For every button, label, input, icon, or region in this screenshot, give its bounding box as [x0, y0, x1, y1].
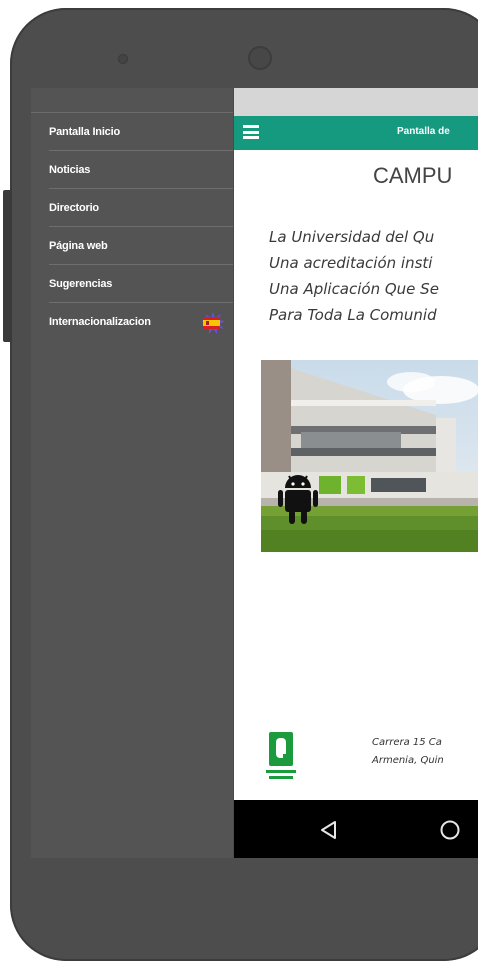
- drawer-header: [31, 88, 233, 113]
- intro-line: La Universidad del Qu: [269, 228, 435, 246]
- app-content: Pantalla de CAMPU La Universidad del Qu …: [233, 88, 478, 858]
- drawer-item-pagina-web[interactable]: Página web: [49, 227, 233, 265]
- campus-photo: [261, 360, 478, 552]
- intro-line: Para Toda La Comunid: [269, 306, 437, 324]
- navigation-bar: [233, 800, 478, 858]
- drawer-item-directorio[interactable]: Directorio: [49, 189, 233, 227]
- intro-line: Una Aplicación Que Se: [269, 280, 439, 298]
- drawer-item-label: Directorio: [49, 201, 99, 214]
- navigation-drawer: Pantalla Inicio Noticias Directorio Pági…: [31, 88, 233, 858]
- drawer-item-label: Pantalla Inicio: [49, 125, 120, 138]
- hamburger-menu-icon[interactable]: [243, 125, 259, 139]
- address-line: Armenia, Quin: [372, 755, 444, 766]
- android-robot-icon: [278, 475, 318, 524]
- address-line: Carrera 15 Ca: [372, 737, 442, 748]
- university-logo-icon: [266, 732, 296, 779]
- drawer-item-label: Página web: [49, 239, 108, 252]
- footer-address: Carrera 15 Ca Armenia, Quin: [372, 734, 444, 770]
- drawer-item-pantalla-inicio[interactable]: Pantalla Inicio: [49, 113, 233, 151]
- home-circle-icon[interactable]: [439, 819, 461, 841]
- status-bar: [233, 88, 478, 116]
- toolbar-title: Pantalla de: [397, 126, 450, 137]
- app-toolbar: Pantalla de: [233, 116, 478, 150]
- back-triangle-icon[interactable]: [319, 820, 339, 840]
- drawer-item-internacionalizacion[interactable]: Internacionalizacion: [49, 303, 233, 340]
- phone-screen: Pantalla de CAMPU La Universidad del Qu …: [31, 88, 478, 858]
- spain-flag-icon: [201, 312, 225, 334]
- proximity-sensor: [118, 54, 128, 64]
- front-camera: [248, 46, 272, 70]
- drawer-item-label: Sugerencias: [49, 277, 113, 290]
- intro-line: Una acreditación insti: [269, 254, 433, 272]
- intro-text: La Universidad del Qu Una acreditación i…: [269, 224, 439, 328]
- drawer-item-label: Internacionalizacion: [49, 315, 151, 328]
- side-button: [3, 190, 12, 342]
- drawer-item-label: Noticias: [49, 163, 91, 176]
- drawer-item-noticias[interactable]: Noticias: [49, 151, 233, 189]
- drawer-item-sugerencias[interactable]: Sugerencias: [49, 265, 233, 303]
- page-title: CAMPU: [373, 163, 453, 188]
